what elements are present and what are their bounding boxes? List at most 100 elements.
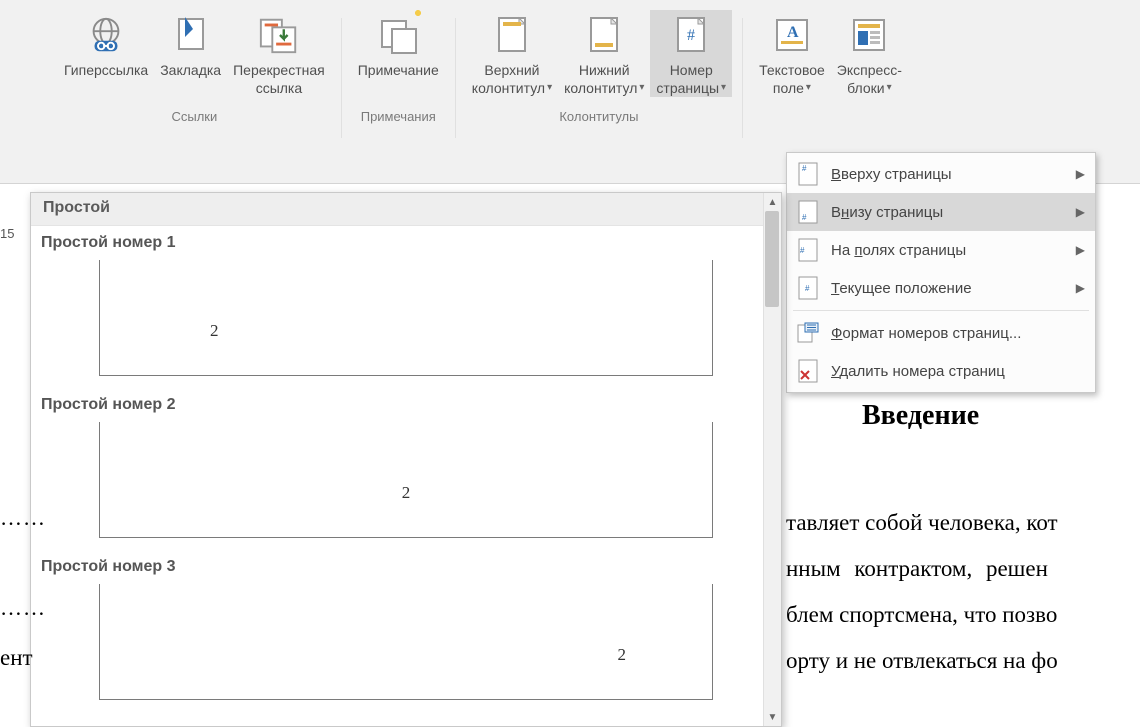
svg-text:#: # <box>802 213 807 222</box>
ribbon-separator <box>455 18 456 138</box>
gallery-sample-number: 2 <box>210 321 219 341</box>
svg-text:#: # <box>687 27 695 44</box>
gallery-sample-number: 2 <box>402 483 411 503</box>
page-number-gallery: Простой Простой номер 1 2 Простой номер … <box>30 192 782 727</box>
menu-item-remove-page-numbers[interactable]: Удалить номера страниц <box>787 352 1095 390</box>
header-icon <box>491 14 533 56</box>
footer-label-1: Нижний <box>579 62 630 80</box>
ribbon-group-comments: Примечание Примечания <box>352 10 445 124</box>
footer-label-2: колонтитул <box>564 80 637 98</box>
menu-item-format-page-numbers[interactable]: Формат номеров страниц... <box>787 314 1095 352</box>
doc-line: блем спортсмена, что позво <box>786 592 1140 638</box>
gallery-item-preview: 2 <box>99 422 713 538</box>
crossref-button[interactable]: Перекрестная ссылка <box>227 10 331 97</box>
format-numbers-icon <box>795 320 821 346</box>
doc-line: нным контрактом, решен <box>786 546 1140 592</box>
gallery-item[interactable]: Простой номер 1 2 <box>39 234 753 376</box>
gallery-item-preview: 2 <box>99 584 713 700</box>
page-bottom-icon: # <box>795 199 821 225</box>
quick-parts-button[interactable]: Экспресс- блоки▾ <box>831 10 908 97</box>
menu-item-top-of-page[interactable]: # Вверху страницы ▶ <box>787 155 1095 193</box>
menu-label: Текущее положение <box>831 280 972 297</box>
gallery-item[interactable]: Простой номер 2 2 <box>39 396 753 538</box>
quick-parts-icon <box>848 14 890 56</box>
page-margin-icon: # <box>795 237 821 263</box>
menu-label: Удалить номера страниц <box>831 363 1005 380</box>
chevron-right-icon: ▶ <box>1076 205 1085 219</box>
bookmark-label: Закладка <box>160 62 221 80</box>
menu-item-current-position[interactable]: # Текущее положение ▶ <box>787 269 1095 307</box>
comment-button[interactable]: Примечание <box>352 10 445 97</box>
doc-heading: Введение <box>862 400 979 432</box>
scroll-up-icon[interactable]: ▲ <box>764 193 781 211</box>
gallery-item-title: Простой номер 2 <box>41 396 751 414</box>
crossref-icon <box>258 14 300 56</box>
text-field-button[interactable]: A Текстовое поле▾ <box>753 10 831 97</box>
comment-label: Примечание <box>358 62 439 80</box>
pagenum-label-1: Номер <box>670 62 713 80</box>
textfield-label-2: поле <box>773 80 804 98</box>
group-label-headerfooter: Колонтитулы <box>559 109 638 124</box>
gallery-item-preview: 2 <box>99 260 713 376</box>
ruler-value: 15 <box>0 226 14 241</box>
menu-item-bottom-of-page[interactable]: # Внизу страницы ▶ <box>787 193 1095 231</box>
globe-link-icon <box>85 14 127 56</box>
ribbon-separator <box>742 18 743 138</box>
doc-dots: …… <box>0 505 46 531</box>
textfield-label-1: Текстовое <box>759 62 825 80</box>
page-number-menu: # Вверху страницы ▶ # Внизу страницы ▶ #… <box>786 152 1096 393</box>
doc-line: тавляет собой человека, кот <box>786 500 1140 546</box>
pagenum-label-2: страницы <box>656 80 719 98</box>
footer-button[interactable]: Нижний колонтитул▾ <box>558 10 650 97</box>
remove-numbers-icon <box>795 358 821 384</box>
spacer <box>104 80 108 98</box>
menu-item-page-margins[interactable]: # На полях страницы ▶ <box>787 231 1095 269</box>
menu-separator <box>793 310 1089 311</box>
gallery-item-title: Простой номер 3 <box>41 558 751 576</box>
page-top-icon: # <box>795 161 821 187</box>
page-number-icon: # <box>670 14 712 56</box>
gallery-scrollbar[interactable]: ▲ ▼ <box>763 193 781 726</box>
group-label-comments: Примечания <box>361 109 436 124</box>
ribbon-groups: Гиперссылка Закладка <box>0 0 1140 138</box>
svg-text:A: A <box>787 24 799 41</box>
chevron-right-icon: ▶ <box>1076 167 1085 181</box>
hyperlink-button[interactable]: Гиперссылка <box>58 10 154 97</box>
spacer <box>396 80 400 98</box>
chevron-down-icon: ▾ <box>547 82 552 95</box>
group-label-text <box>829 109 833 124</box>
quickparts-label-2: блоки <box>847 80 884 98</box>
svg-text:#: # <box>802 164 807 173</box>
scroll-down-icon[interactable]: ▼ <box>764 708 781 726</box>
svg-text:#: # <box>800 246 805 255</box>
menu-label: Формат номеров страниц... <box>831 325 1021 342</box>
gallery-item[interactable]: Простой номер 3 2 <box>39 558 753 700</box>
scrollbar-thumb[interactable] <box>765 211 779 307</box>
spacer <box>189 80 193 98</box>
doc-fragment: ент <box>0 635 33 681</box>
group-label-links: Ссылки <box>171 109 217 124</box>
bookmark-button[interactable]: Закладка <box>154 10 227 97</box>
chevron-down-icon: ▾ <box>806 82 811 95</box>
chevron-down-icon: ▾ <box>721 82 726 95</box>
header-label-2: колонтитул <box>472 80 545 98</box>
crossref-label-1: Перекрестная <box>233 62 325 80</box>
quickparts-label-1: Экспресс- <box>837 62 902 80</box>
text-field-icon: A <box>771 14 813 56</box>
gallery-item-title: Простой номер 1 <box>41 234 751 252</box>
chevron-right-icon: ▶ <box>1076 281 1085 295</box>
gallery-category-header: Простой <box>31 193 781 226</box>
menu-label: Внизу страницы <box>831 204 943 221</box>
footer-icon <box>583 14 625 56</box>
gallery-sample-number: 2 <box>618 645 627 665</box>
chevron-right-icon: ▶ <box>1076 243 1085 257</box>
ribbon-group-text: A Текстовое поле▾ Экспресс- блоки▾ <box>753 10 908 124</box>
chevron-down-icon: ▾ <box>887 82 892 95</box>
header-label-1: Верхний <box>484 62 539 80</box>
page-number-button[interactable]: # Номер страницы▾ <box>650 10 732 97</box>
header-button[interactable]: Верхний колонтитул▾ <box>466 10 558 97</box>
ribbon-group-headerfooter: Верхний колонтитул▾ Нижний колонтитул▾ #… <box>466 10 732 124</box>
menu-label: Вверху страницы <box>831 166 952 183</box>
bookmark-icon <box>170 14 212 56</box>
ribbon-separator <box>341 18 342 138</box>
